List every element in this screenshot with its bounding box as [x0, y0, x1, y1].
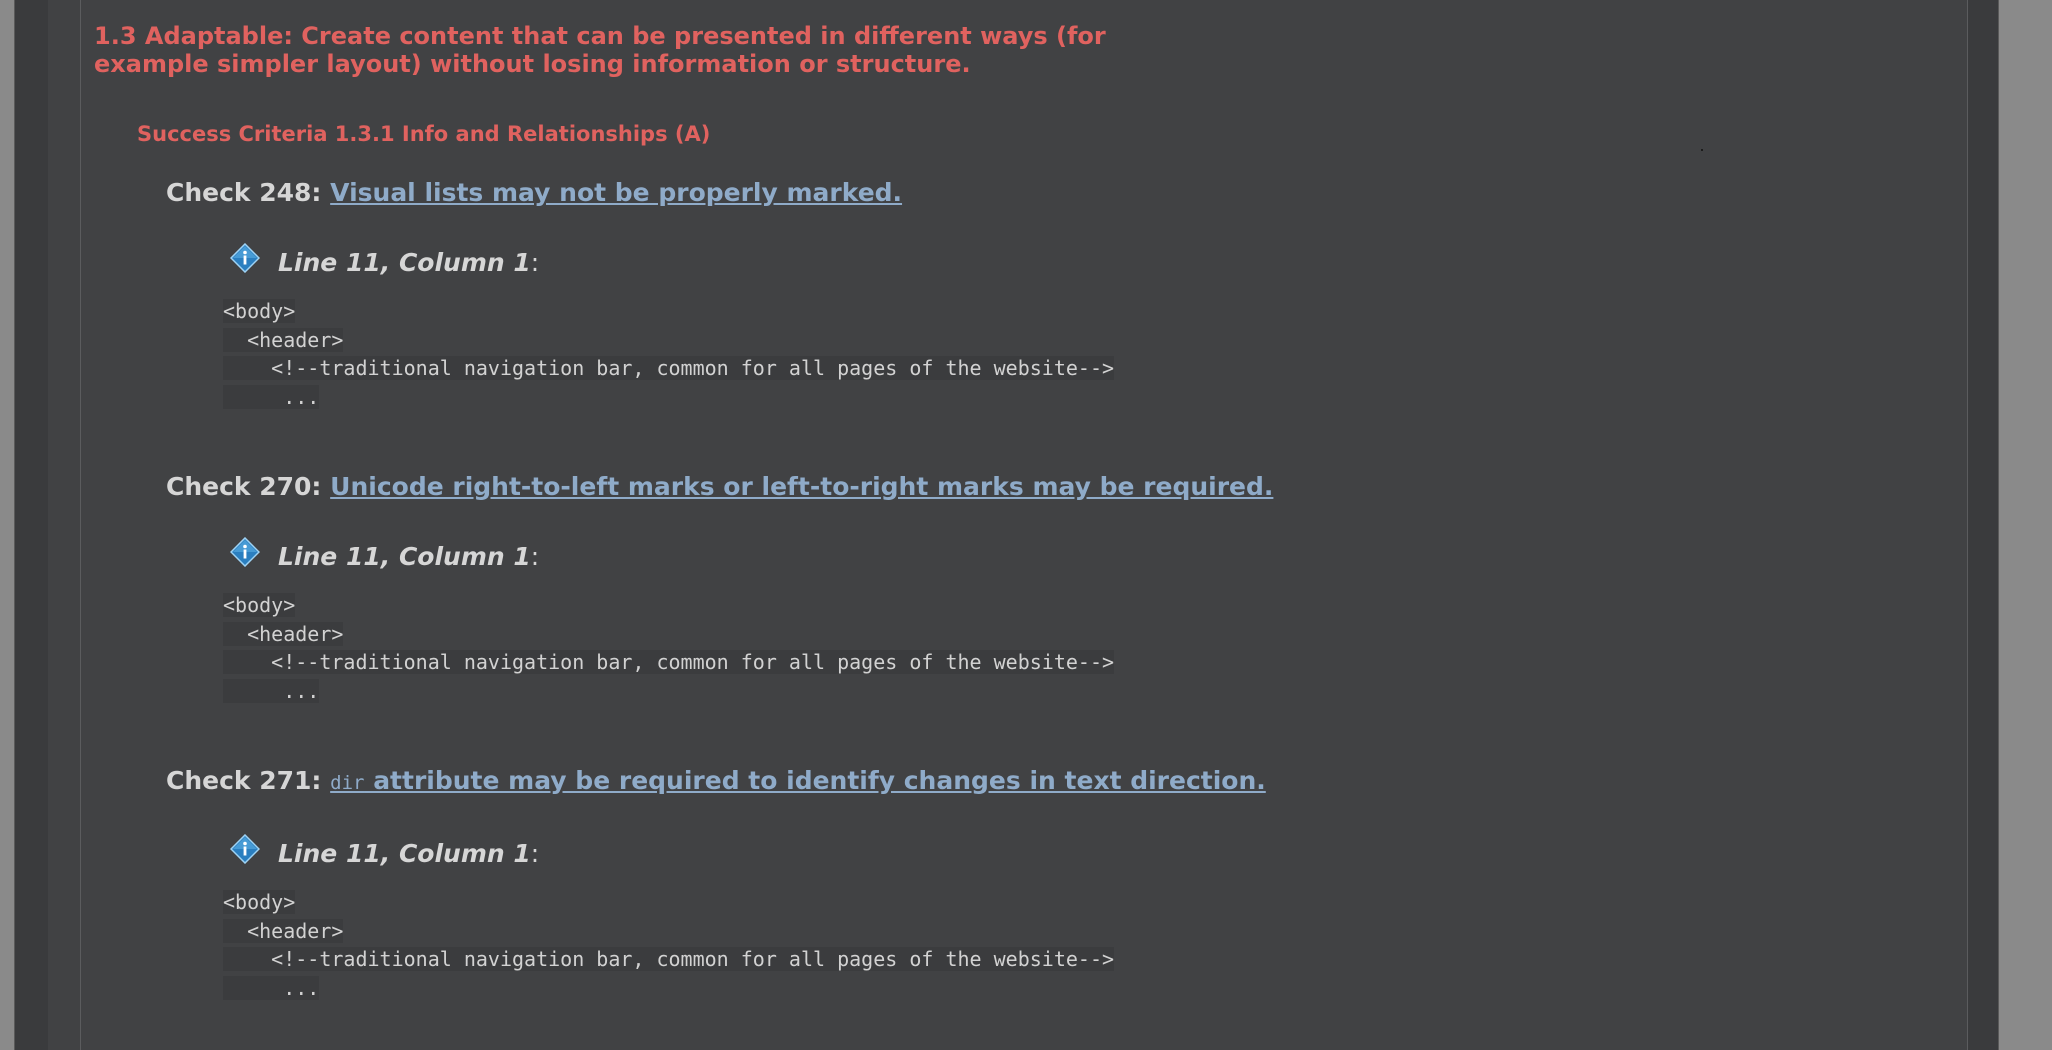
code-line: <body>	[223, 593, 296, 617]
check-270-heading: Check 270: Unicode right-to-left marks o…	[166, 471, 1273, 503]
window-frame-left	[0, 0, 15, 1050]
info-icon	[230, 243, 260, 273]
gutter-right	[1968, 0, 1998, 1050]
location-colon: :	[530, 838, 540, 868]
location-label: Line 11, Column 1	[278, 541, 531, 571]
code-line: <body>	[223, 299, 296, 323]
check-248-location: Line 11, Column 1:	[230, 243, 540, 280]
code-line: <header>	[223, 327, 344, 352]
guideline-heading: 1.3 Adaptable: Create content that can b…	[94, 22, 1194, 78]
location-label: Line 11, Column 1	[278, 838, 531, 868]
code-line: ...	[223, 975, 320, 1000]
code-line: ...	[223, 678, 320, 703]
window-frame-right	[1998, 0, 2052, 1050]
code-line: <!--traditional navigation bar, common f…	[223, 356, 1115, 380]
location-colon: :	[530, 541, 540, 571]
content-border-left	[80, 0, 81, 1050]
code-line: <header>	[223, 621, 344, 646]
code-line: <!--traditional navigation bar, common f…	[223, 650, 1115, 674]
check-271-link-text: attribute may be required to identify ch…	[364, 766, 1266, 795]
code-line: ...	[223, 384, 320, 409]
check-248-heading: Check 248: Visual lists may not be prope…	[166, 177, 902, 209]
gutter-left	[15, 0, 48, 1050]
check-270-link[interactable]: Unicode right-to-left marks or left-to-r…	[330, 472, 1273, 501]
check-271-link[interactable]: dir attribute may be required to identif…	[330, 766, 1266, 795]
check-270-location: Line 11, Column 1:	[230, 537, 540, 574]
info-icon	[230, 834, 260, 864]
check-271-heading: Check 271: dir attribute may be required…	[166, 765, 1266, 799]
code-line: <body>	[223, 890, 296, 914]
check-number: Check 270:	[166, 472, 322, 501]
guideline-heading-line1: 1.3 Adaptable: Create content that can b…	[94, 22, 1106, 50]
success-criteria-heading: Success Criteria 1.3.1 Info and Relation…	[137, 122, 711, 146]
check-248-link[interactable]: Visual lists may not be properly marked.	[330, 178, 902, 207]
code-line: <header>	[223, 918, 344, 943]
location-colon: :	[530, 247, 540, 277]
guideline-heading-line2: example simpler layout) without losing i…	[94, 50, 971, 78]
check-number: Check 271:	[166, 766, 322, 795]
dir-attribute-code: dir	[330, 772, 365, 794]
code-line: <!--traditional navigation bar, common f…	[223, 947, 1115, 971]
check-270-code-snippet: <body> <header> <!--traditional navigati…	[223, 591, 1115, 705]
check-271-code-snippet: <body> <header> <!--traditional navigati…	[223, 888, 1115, 1002]
info-icon	[230, 537, 260, 567]
check-271-location: Line 11, Column 1:	[230, 834, 540, 871]
location-label: Line 11, Column 1	[278, 247, 531, 277]
check-number: Check 248:	[166, 178, 322, 207]
check-248-code-snippet: <body> <header> <!--traditional navigati…	[223, 297, 1115, 411]
stray-pixel	[1701, 149, 1703, 151]
